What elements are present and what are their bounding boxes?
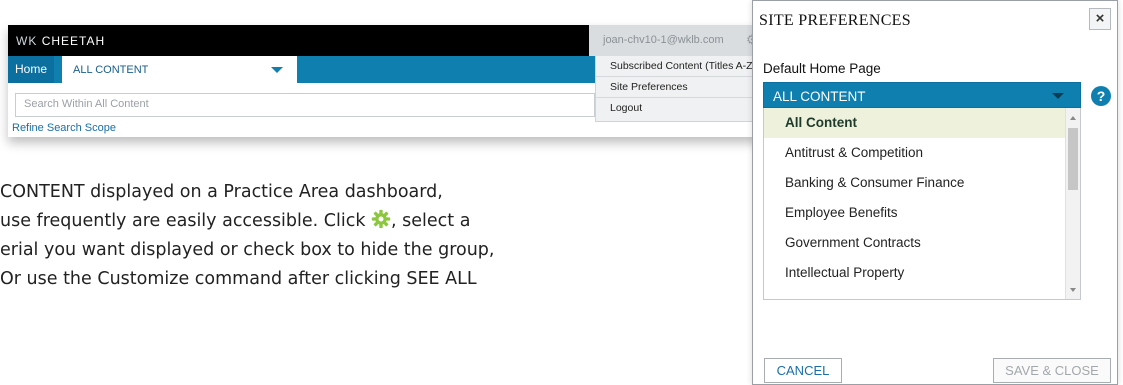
brand-prefix: WK <box>16 34 38 48</box>
chevron-down-icon <box>1052 93 1064 99</box>
content-selector-label: ALL CONTENT <box>73 64 149 76</box>
default-home-page-label: Default Home Page <box>763 61 881 76</box>
dialog-title: SITE PREFERENCES <box>759 12 911 29</box>
scroll-thumb[interactable] <box>1068 128 1078 190</box>
home-page-options-list: All Content Antitrust & Competition Bank… <box>763 108 1081 300</box>
paragraph-line: use frequently are easily accessible. Cl… <box>0 207 720 236</box>
search-box <box>15 93 595 117</box>
content-selector[interactable]: ALL CONTENT <box>62 56 297 83</box>
list-scrollbar[interactable] <box>1065 108 1080 299</box>
default-home-page-select[interactable]: ALL CONTENT <box>763 82 1081 108</box>
cancel-button[interactable]: CANCEL <box>764 358 842 383</box>
paragraph-text: use frequently are easily accessible. Cl… <box>0 211 372 231</box>
option-government-contracts[interactable]: Government Contracts <box>764 228 1066 258</box>
search-input[interactable] <box>16 94 584 114</box>
option-antitrust[interactable]: Antitrust & Competition <box>764 138 1066 168</box>
menu-item-logout[interactable]: Logout <box>596 98 761 119</box>
paragraph-line: CONTENT displayed on a Practice Area das… <box>0 182 443 202</box>
option-intellectual-property[interactable]: Intellectual Property <box>764 258 1066 288</box>
gear-icon <box>371 209 391 229</box>
top-bar: WK CHEETAH joan-chv10-1@wklb.com ⚙ <box>8 25 760 56</box>
menu-item-site-preferences[interactable]: Site Preferences <box>596 77 761 98</box>
refine-search-link[interactable]: Refine Search Scope <box>12 122 116 134</box>
option-all-content[interactable]: All Content <box>764 108 1066 138</box>
user-email: joan-chv10-1@wklb.com <box>603 34 724 46</box>
user-dropdown-menu: Subscribed Content (Titles A-Z) Site Pre… <box>595 56 762 122</box>
site-preferences-dialog: SITE PREFERENCES × Default Home Page ALL… <box>752 0 1118 385</box>
menu-item-subscribed-content[interactable]: Subscribed Content (Titles A-Z) <box>596 56 761 77</box>
paragraph-text: , select a <box>391 211 471 231</box>
brand-name: CHEETAH <box>41 34 106 48</box>
help-icon[interactable]: ? <box>1091 86 1111 106</box>
option-banking[interactable]: Banking & Consumer Finance <box>764 168 1066 198</box>
close-icon[interactable]: × <box>1089 8 1111 30</box>
app-screenshot: WK CHEETAH joan-chv10-1@wklb.com ⚙ Home … <box>8 25 762 137</box>
paragraph-line: erial you want displayed or check box to… <box>0 240 495 260</box>
scroll-up-icon[interactable] <box>1070 116 1076 120</box>
user-account-area[interactable]: joan-chv10-1@wklb.com ⚙ <box>589 25 760 56</box>
chevron-down-icon <box>271 67 283 73</box>
nav-home-tab[interactable]: Home <box>8 56 54 83</box>
scroll-down-icon[interactable] <box>1070 288 1076 292</box>
save-and-close-button[interactable]: SAVE & CLOSE <box>993 358 1111 383</box>
select-value: ALL CONTENT <box>773 89 866 104</box>
option-employee-benefits[interactable]: Employee Benefits <box>764 198 1066 228</box>
option-partial[interactable] <box>764 288 1066 299</box>
brand-logo[interactable]: WK CHEETAH <box>16 34 105 48</box>
instruction-paragraph: CONTENT displayed on a Practice Area das… <box>0 178 720 294</box>
paragraph-line: Or use the Customize command after click… <box>0 269 477 289</box>
